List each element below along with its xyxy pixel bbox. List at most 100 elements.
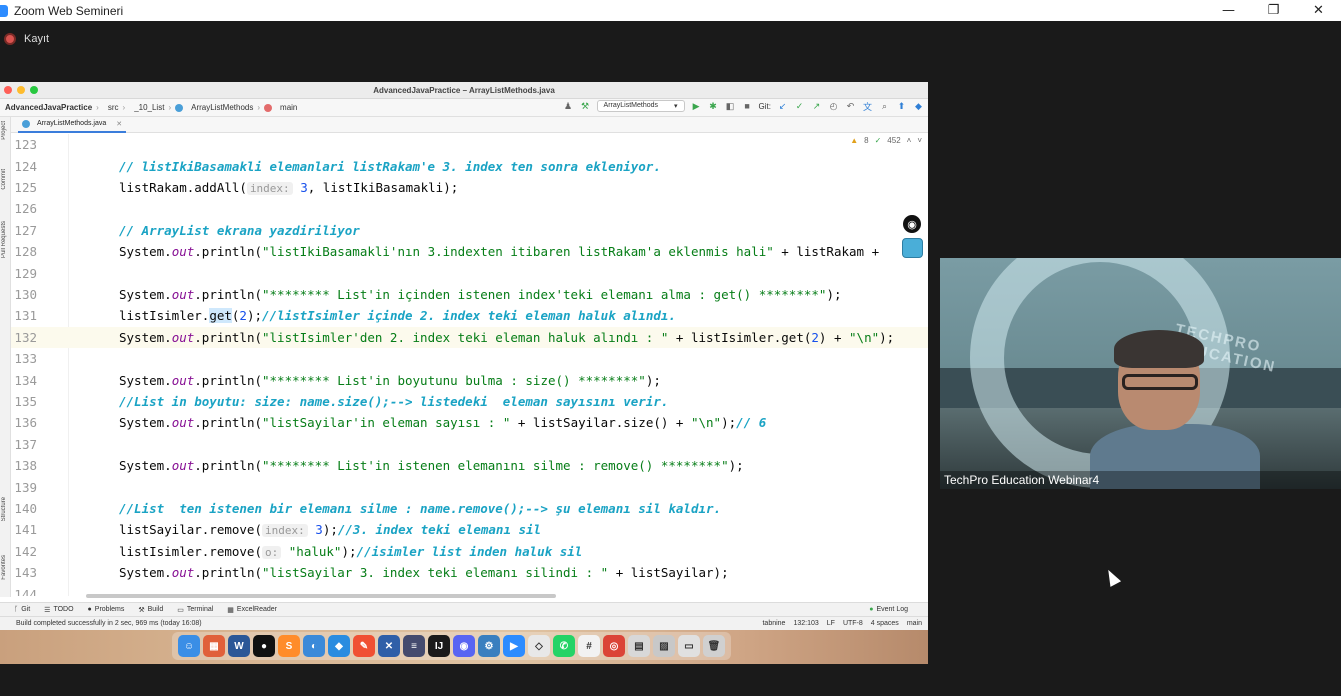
pen-icon[interactable]: ✎ xyxy=(353,635,375,657)
git-push-icon[interactable]: ↗ xyxy=(811,101,822,112)
zoom-window-icon[interactable] xyxy=(30,86,38,94)
code-line[interactable]: 140 //List ten istenen bir elemanı silme … xyxy=(11,498,928,519)
plugin-icon[interactable]: ◆ xyxy=(913,101,924,112)
pull-requests-tool-tab[interactable]: Pull Requests xyxy=(1,221,7,258)
close-button[interactable]: ✕ xyxy=(1296,0,1341,21)
participant-video[interactable]: TECHPRO EDUCATION TechPro Education Webi… xyxy=(940,258,1341,489)
tabnine-widget[interactable]: tabnine xyxy=(762,620,785,627)
intellij-icon[interactable]: IJ xyxy=(428,635,450,657)
code-line[interactable]: 125 listRakam.addAll(index: 3, listIkiBas… xyxy=(11,177,928,198)
rollback-icon[interactable]: ↶ xyxy=(845,101,856,112)
settings-icon[interactable]: ≡ xyxy=(403,635,425,657)
user-icon[interactable]: ♟ xyxy=(563,101,574,112)
history-icon[interactable]: ◴ xyxy=(828,101,839,112)
sublime-icon[interactable]: S xyxy=(278,635,300,657)
slack-icon[interactable]: # xyxy=(578,635,600,657)
code-line[interactable]: 128 System.out.println("listIkiBasamakli'… xyxy=(11,241,928,262)
word-icon[interactable]: W xyxy=(228,635,250,657)
code-line[interactable]: 135 //List in boyutu: size: name.size();-… xyxy=(11,391,928,412)
launchpad-icon[interactable]: ▦ xyxy=(203,635,225,657)
minimize-button[interactable]: — xyxy=(1206,0,1251,21)
chat-floating-icon[interactable] xyxy=(902,238,923,258)
close-window-icon[interactable] xyxy=(4,86,12,94)
hammer-icon[interactable]: ⚒ xyxy=(580,101,591,112)
code-line[interactable]: 132 System.out.println("listIsimler'den 2… xyxy=(11,326,928,348)
code-line[interactable]: 133 xyxy=(11,348,928,369)
code-line[interactable]: 127 // ArrayList ekrana yazdiriliyor xyxy=(11,220,928,241)
minimize-window-icon[interactable] xyxy=(17,86,25,94)
discord-icon[interactable]: ◉ xyxy=(453,635,475,657)
xcode-icon[interactable]: ✕ xyxy=(378,635,400,657)
code-editor[interactable]: ▲ 8 ✓ 452 ˄ ˅ 123 124// listIkiBasamakli … xyxy=(11,134,928,596)
code-line[interactable]: 134 System.out.println("******** List'in … xyxy=(11,369,928,390)
code-line[interactable]: 138 System.out.println("******** List'in … xyxy=(11,455,928,476)
finder-icon[interactable]: ☺ xyxy=(178,635,200,657)
breadcrumb-project[interactable]: AdvancedJavaPractice xyxy=(5,103,92,112)
tab-arraylistmethods[interactable]: ArrayListMethods.java ✕ xyxy=(18,117,127,133)
system-prefs-icon[interactable]: ⚙ xyxy=(478,635,500,657)
screens-icon[interactable]: ▤ xyxy=(628,635,650,657)
code-line[interactable]: 141 listSayilar.remove(index: 3);//3. ind… xyxy=(11,519,928,540)
code-line[interactable]: 136 System.out.println("listSayilar'in el… xyxy=(11,412,928,433)
translate-icon[interactable]: 文 xyxy=(862,101,873,112)
code-line[interactable]: 129 xyxy=(11,262,928,283)
finder-2-icon[interactable]: ▭ xyxy=(678,635,700,657)
git-branch[interactable]: main xyxy=(907,620,922,627)
code-line[interactable]: 137 xyxy=(11,434,928,455)
run-configuration-select[interactable]: ArrayListMethods ▾ xyxy=(596,100,685,112)
ide-titlebar: AdvancedJavaPractice – ArrayListMethods.… xyxy=(0,82,928,99)
tool-tab-todo[interactable]: ☰ TODO xyxy=(44,606,73,614)
code-line[interactable]: 142 listIsimler.remove(o: "haluk");//isim… xyxy=(11,541,928,562)
github-floating-icon[interactable]: ◉ xyxy=(901,213,923,235)
tool-tab-git[interactable]: ᚴ Git xyxy=(14,606,30,613)
breadcrumb-package[interactable]: _10_List xyxy=(134,103,164,112)
zoom-icon[interactable]: ▶ xyxy=(503,635,525,657)
shortcut-icon[interactable]: ◇ xyxy=(528,635,550,657)
photos-icon[interactable]: ▨ xyxy=(653,635,675,657)
tool-tab-build[interactable]: ⚒ Build xyxy=(138,606,163,614)
horizontal-scrollbar[interactable] xyxy=(86,594,556,598)
line-separator[interactable]: LF xyxy=(827,620,835,627)
tool-tab-terminal[interactable]: ▭ Terminal xyxy=(177,606,213,614)
stop-icon[interactable]: ■ xyxy=(742,101,753,112)
tool-tab-problems[interactable]: ● Problems xyxy=(88,606,125,613)
code-line[interactable]: 123 xyxy=(11,134,928,155)
code-line[interactable]: 139 xyxy=(11,476,928,497)
commit-tool-tab[interactable]: Commit xyxy=(1,169,7,190)
search-icon[interactable]: ⌕ xyxy=(879,101,890,112)
favorites-tool-tab[interactable]: Favorites xyxy=(1,555,7,580)
breadcrumb-method[interactable]: main xyxy=(280,103,297,112)
git-commit-icon[interactable]: ✓ xyxy=(794,101,805,112)
remote-icon[interactable]: ◐ xyxy=(303,635,325,657)
github-icon[interactable]: ● xyxy=(253,635,275,657)
indent-setting[interactable]: 4 spaces xyxy=(871,620,899,627)
code-line[interactable]: 124 // listIkiBasamakli elemanlari listRa… xyxy=(11,155,928,176)
code-line[interactable]: 143 System.out.println("listSayilar 3. in… xyxy=(11,562,928,583)
recording-indicator[interactable]: Kayıt xyxy=(4,33,49,45)
close-tab-icon[interactable]: ✕ xyxy=(116,120,122,128)
breadcrumb-class[interactable]: ArrayListMethods xyxy=(191,103,253,112)
trash-icon[interactable]: 🗑 xyxy=(703,635,725,657)
line-number: 123 xyxy=(14,137,37,153)
file-encoding[interactable]: UTF-8 xyxy=(843,620,863,627)
debug-icon[interactable]: ✱ xyxy=(708,101,719,112)
project-tool-tab[interactable]: Project xyxy=(1,121,7,140)
coverage-icon[interactable]: ◧ xyxy=(725,101,736,112)
event-log-button[interactable]: ● Event Log xyxy=(869,606,908,613)
hammer-icon: ⚒ xyxy=(138,606,145,614)
git-update-icon[interactable]: ↙ xyxy=(777,101,788,112)
vscode-icon[interactable]: ◆ xyxy=(328,635,350,657)
code-line[interactable]: 126 xyxy=(11,198,928,219)
code-line[interactable]: 131 listIsimler.get(2);//listIsimler için… xyxy=(11,305,928,326)
run-icon[interactable]: ▶ xyxy=(691,101,702,112)
structure-tool-tab[interactable]: Structure xyxy=(1,497,7,521)
chrome-icon[interactable]: ◎ xyxy=(603,635,625,657)
update-icon[interactable]: ⬆ xyxy=(896,101,907,112)
status-message[interactable]: Build completed successfully in 2 sec, 9… xyxy=(16,620,202,627)
breadcrumb-src[interactable]: src xyxy=(108,103,119,112)
caret-position[interactable]: 132:103 xyxy=(793,620,818,627)
tool-tab-excelreader[interactable]: ▦ ExcelReader xyxy=(227,606,277,614)
whatsapp-icon[interactable]: ✆ xyxy=(553,635,575,657)
restore-button[interactable]: ❐ xyxy=(1251,0,1296,21)
code-line[interactable]: 130 System.out.println("******** List'in … xyxy=(11,284,928,305)
